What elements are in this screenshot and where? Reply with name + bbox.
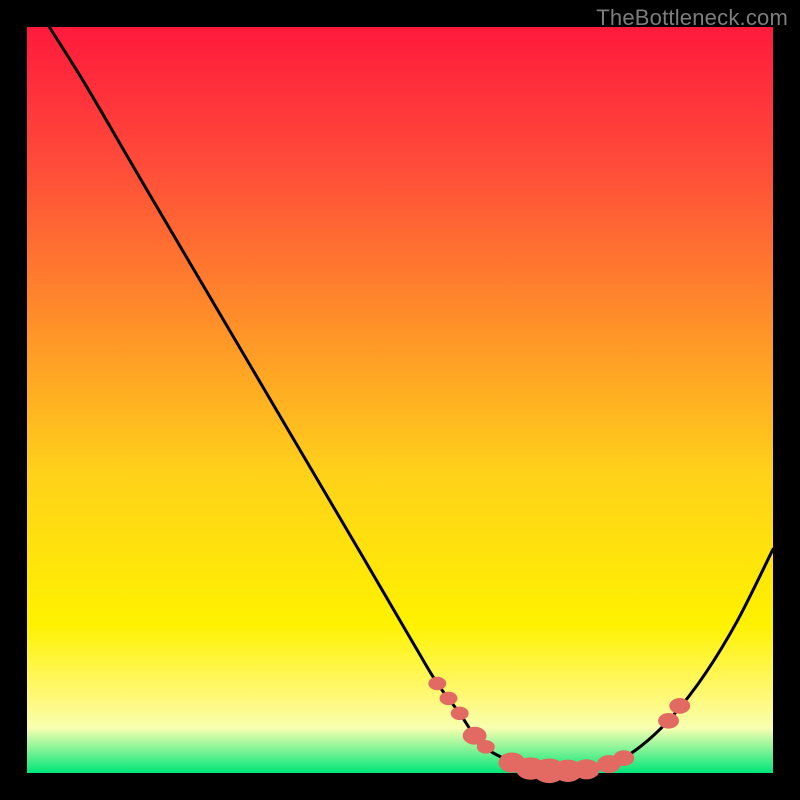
chart-plot-area — [27, 27, 773, 773]
chart-svg — [27, 27, 773, 773]
curve-marker — [613, 750, 634, 766]
watermark-text: TheBottleneck.com — [596, 5, 788, 31]
curve-marker — [451, 707, 469, 720]
curve-marker — [477, 740, 495, 753]
curve-marker — [573, 759, 600, 779]
bottleneck-curve — [49, 27, 773, 773]
curve-markers — [428, 677, 690, 783]
chart-frame: TheBottleneck.com — [0, 0, 800, 800]
curve-marker — [440, 692, 458, 705]
curve-marker — [669, 698, 690, 714]
curve-marker — [658, 713, 679, 729]
curve-marker — [428, 677, 446, 690]
